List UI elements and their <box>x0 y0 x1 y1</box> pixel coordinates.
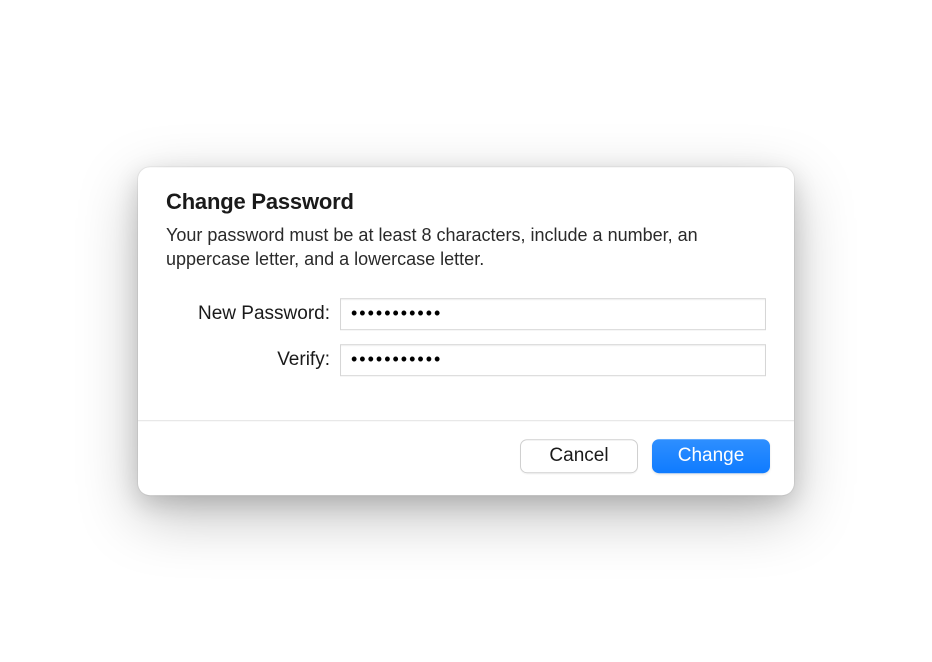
verify-password-label: Verify: <box>166 349 340 371</box>
change-button[interactable]: Change <box>652 439 770 473</box>
dialog-subtitle: Your password must be at least 8 charact… <box>166 223 766 272</box>
change-password-dialog: Change Password Your password must be at… <box>138 167 794 495</box>
dialog-body: Change Password Your password must be at… <box>138 167 794 420</box>
dialog-title: Change Password <box>166 189 766 215</box>
cancel-button[interactable]: Cancel <box>520 439 638 473</box>
new-password-input[interactable] <box>340 298 766 330</box>
new-password-row: New Password: <box>166 298 766 330</box>
verify-password-input[interactable] <box>340 344 766 376</box>
dialog-footer: Cancel Change <box>138 420 794 495</box>
new-password-label: New Password: <box>166 303 340 325</box>
verify-password-row: Verify: <box>166 344 766 376</box>
